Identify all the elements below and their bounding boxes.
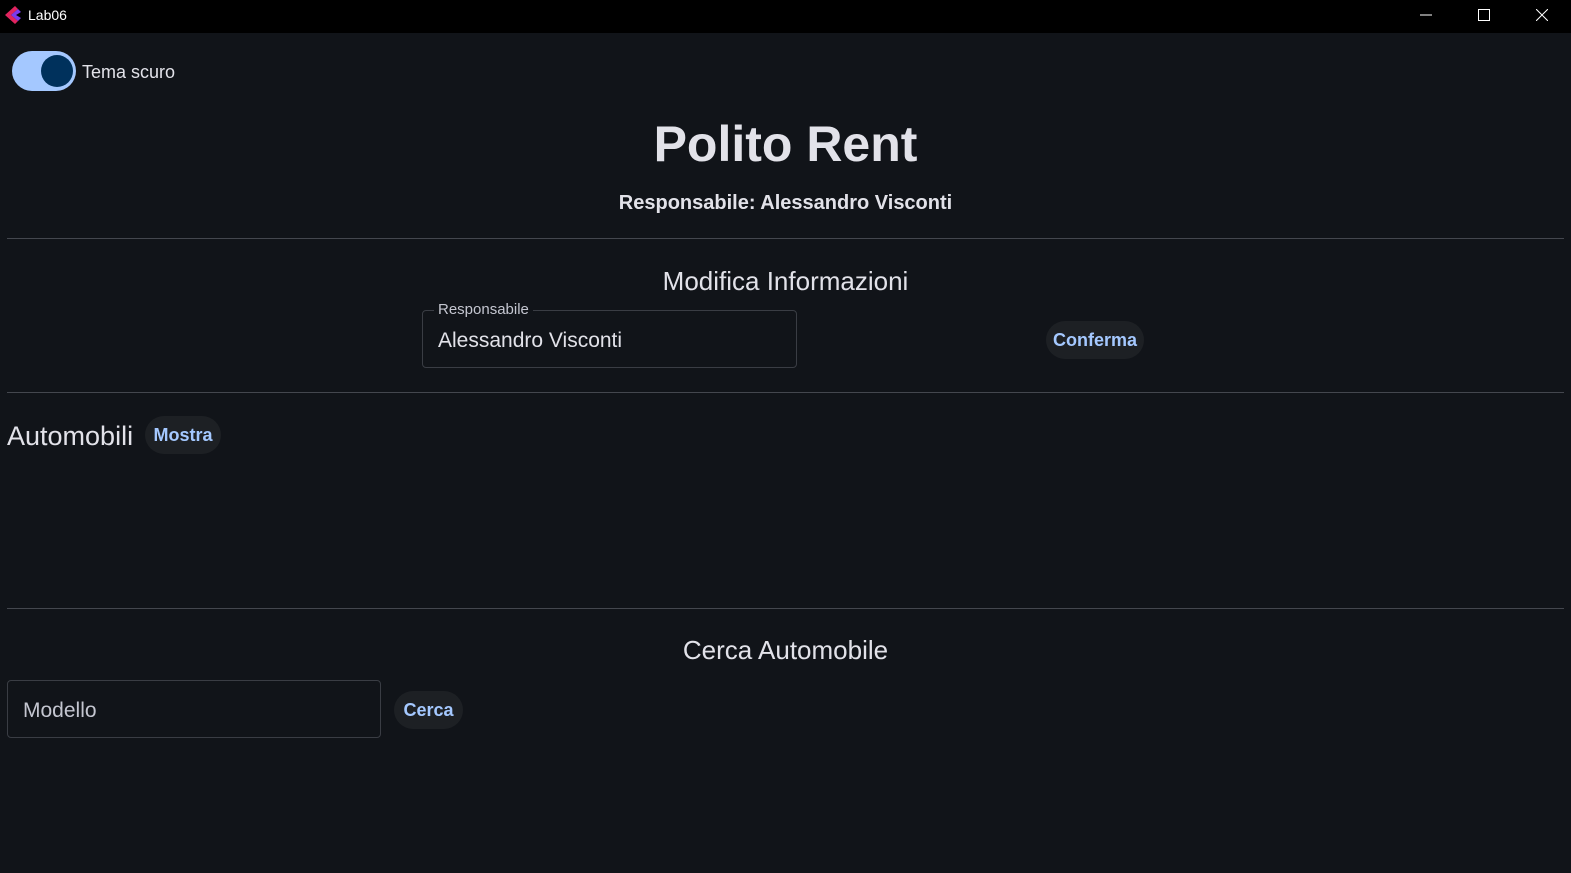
- theme-toggle-label: Tema scuro: [82, 62, 176, 82]
- divider: [7, 238, 1564, 239]
- cars-section-title: Automobili: [7, 421, 134, 451]
- theme-toggle-switch[interactable]: [12, 51, 76, 91]
- window-titlebar: Lab06: [0, 0, 1571, 33]
- close-button[interactable]: [1513, 0, 1571, 33]
- page-title: Polito Rent: [653, 116, 918, 172]
- confirm-button[interactable]: Conferma: [1046, 321, 1144, 359]
- search-section-title: Cerca Automobile: [682, 635, 889, 665]
- close-icon: [1535, 8, 1549, 26]
- flet-logo-icon: [5, 6, 21, 24]
- app-content: Tema scuro Polito Rent Responsabile: Ale…: [0, 33, 1571, 873]
- switch-knob: [41, 55, 73, 87]
- minimize-button[interactable]: [1397, 0, 1455, 33]
- search-button[interactable]: Cerca: [394, 691, 463, 729]
- window-title: Lab06: [28, 7, 67, 23]
- manager-field-value: Alessandro Visconti: [438, 329, 623, 352]
- maximize-icon: [1478, 8, 1490, 26]
- cars-list: [7, 463, 1564, 603]
- manager-field[interactable]: Responsabile Alessandro Visconti: [422, 301, 797, 368]
- model-search-placeholder: Modello: [23, 699, 97, 722]
- manager-subtitle: Responsabile: Alessandro Visconti: [618, 192, 953, 214]
- show-cars-button[interactable]: Mostra: [145, 416, 221, 454]
- edit-section-title: Modifica Informazioni: [662, 266, 909, 296]
- model-search-field[interactable]: Modello: [7, 680, 381, 738]
- divider: [7, 608, 1564, 609]
- divider: [7, 392, 1564, 393]
- manager-field-label: Responsabile: [434, 301, 533, 319]
- minimize-icon: [1420, 8, 1432, 26]
- maximize-button[interactable]: [1455, 0, 1513, 33]
